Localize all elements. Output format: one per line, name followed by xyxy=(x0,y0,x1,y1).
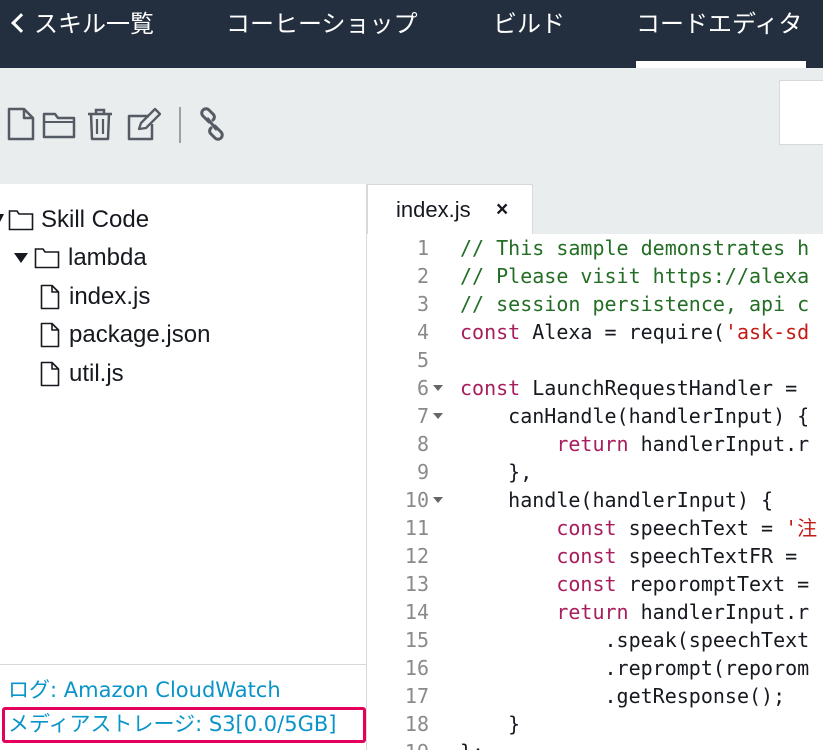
tab-build[interactable]: ビルド xyxy=(493,8,565,40)
code-line[interactable]: 1 // This sample demonstrates h xyxy=(367,234,823,262)
line-number: 15 xyxy=(404,628,429,652)
code-line[interactable]: 19}; xyxy=(367,738,823,750)
code-line[interactable]: 7 canHandle(handlerInput) { xyxy=(367,402,823,430)
code-text: .reprompt(reporom xyxy=(604,656,810,680)
caret-down-icon[interactable] xyxy=(14,253,28,264)
code-text: // session persistence, api c xyxy=(460,292,810,316)
code-text: } xyxy=(508,712,521,736)
code-line[interactable]: 15 .speak(speechText xyxy=(367,626,823,654)
code-line[interactable]: 11 const speechText = '注 xyxy=(367,514,823,542)
active-tab-indicator xyxy=(636,61,806,68)
code-text: }, xyxy=(508,460,533,484)
cloudwatch-logs-link[interactable]: ログ: Amazon CloudWatch xyxy=(8,677,281,703)
code-line[interactable]: 14 return handlerInput.r xyxy=(367,598,823,626)
code-text: .speak(speechText xyxy=(604,628,810,652)
code-line[interactable]: 4 const Alexa = require('ask-sd xyxy=(367,318,823,346)
code-text: canHandle(handlerInput) { xyxy=(508,404,810,428)
code-line[interactable]: 2 // Please visit https://alexa xyxy=(367,262,823,290)
file-icon xyxy=(40,284,60,310)
line-number: 18 xyxy=(404,712,429,736)
code-text: const reporomptText = xyxy=(556,572,810,596)
toolbar-divider xyxy=(179,107,181,143)
new-folder-icon[interactable] xyxy=(42,107,76,141)
line-number: 14 xyxy=(404,600,429,624)
line-number: 12 xyxy=(404,544,429,568)
tree-file-index-js[interactable]: index.js xyxy=(0,282,366,312)
code-line[interactable]: 6 const LaunchRequestHandler = xyxy=(367,374,823,402)
line-number: 4 xyxy=(416,320,429,344)
toolbar-action-area[interactable] xyxy=(779,80,823,145)
file-icon xyxy=(40,361,60,387)
tree-file-package-json[interactable]: package.json xyxy=(0,320,366,350)
tab-code-editor[interactable]: コードエディタ xyxy=(636,8,802,40)
line-number: 8 xyxy=(416,432,429,456)
editor-toolbar xyxy=(0,68,823,184)
code-text: .getResponse(); xyxy=(604,684,786,708)
file-icon xyxy=(40,322,60,348)
file-tree: Skill Code lambda index.js package.json … xyxy=(0,184,366,664)
line-number: 2 xyxy=(416,264,429,288)
code-text: handle(handlerInput) { xyxy=(508,488,774,512)
line-number: 1 xyxy=(416,236,429,260)
code-text: const Alexa = require('ask-sd xyxy=(460,320,810,344)
code-text: const LaunchRequestHandler = xyxy=(460,376,798,400)
code-text: return handlerInput.r xyxy=(556,600,810,624)
link-icon[interactable] xyxy=(196,107,228,141)
tree-file-label: package.json xyxy=(69,321,211,348)
tree-file-label: util.js xyxy=(69,360,124,387)
top-nav: スキル一覧 コーヒーショップ ビルド コードエディタ xyxy=(0,0,823,68)
tree-folder-label: Skill Code xyxy=(41,206,150,233)
code-line[interactable]: 17 .getResponse(); xyxy=(367,682,823,710)
tree-file-util-js[interactable]: util.js xyxy=(0,359,366,389)
line-number: 6 xyxy=(416,376,429,400)
code-editor[interactable]: 1 // This sample demonstrates h 2 // Please… xyxy=(367,234,823,750)
code-text: const speechTextFR = xyxy=(556,544,798,568)
line-number: 3 xyxy=(416,292,429,316)
editor-tab-label: index.js xyxy=(396,197,471,222)
back-label: スキル一覧 xyxy=(34,10,154,38)
tree-file-label: index.js xyxy=(69,283,151,310)
line-number: 9 xyxy=(416,460,429,484)
code-text: // This sample demonstrates h xyxy=(460,236,810,260)
line-number: 17 xyxy=(404,684,429,708)
delete-icon[interactable] xyxy=(85,107,115,141)
tree-folder-skill-code[interactable]: Skill Code xyxy=(0,205,366,235)
back-to-skills-link[interactable]: スキル一覧 xyxy=(6,8,154,40)
fold-toggle-icon[interactable] xyxy=(433,413,443,419)
code-text: // Please visit https://alexa xyxy=(460,264,810,288)
editor-tab-index-js[interactable]: index.js × xyxy=(367,184,533,235)
close-tab-icon[interactable]: × xyxy=(496,198,508,222)
line-number: 16 xyxy=(404,656,429,680)
rename-icon[interactable] xyxy=(125,107,161,141)
code-line[interactable]: 8 return handlerInput.r xyxy=(367,430,823,458)
tab-coffee-shop[interactable]: コーヒーショップ xyxy=(226,8,418,40)
code-line[interactable]: 5 xyxy=(367,346,823,374)
code-line[interactable]: 12 const speechTextFR = xyxy=(367,542,823,570)
folder-icon xyxy=(34,248,60,269)
fold-toggle-icon[interactable] xyxy=(433,497,443,503)
chevron-left-icon xyxy=(11,13,31,33)
caret-down-icon[interactable] xyxy=(0,214,4,226)
code-line[interactable]: 10 handle(handlerInput) { xyxy=(367,486,823,514)
tree-folder-lambda[interactable]: lambda xyxy=(0,243,366,273)
line-number: 7 xyxy=(416,404,429,428)
line-number: 19 xyxy=(367,738,429,750)
line-number: 11 xyxy=(404,516,429,540)
new-file-icon[interactable] xyxy=(5,107,37,141)
code-line[interactable]: 13 const reporomptText = xyxy=(367,570,823,598)
fold-toggle-icon[interactable] xyxy=(433,385,443,391)
code-text: }; xyxy=(460,738,484,750)
code-line[interactable]: 9 }, xyxy=(367,458,823,486)
folder-icon xyxy=(8,210,34,231)
code-text: return handlerInput.r xyxy=(556,432,810,456)
code-line[interactable]: 18 } xyxy=(367,710,823,738)
line-number: 10 xyxy=(404,488,429,512)
code-text: const speechText = '注 xyxy=(556,516,818,540)
line-number: 5 xyxy=(416,348,429,372)
highlight-box xyxy=(2,707,366,743)
code-line[interactable]: 16 .reprompt(reporom xyxy=(367,654,823,682)
code-line[interactable]: 3 // session persistence, api c xyxy=(367,290,823,318)
tree-folder-label: lambda xyxy=(68,244,147,271)
line-number: 13 xyxy=(404,572,429,596)
